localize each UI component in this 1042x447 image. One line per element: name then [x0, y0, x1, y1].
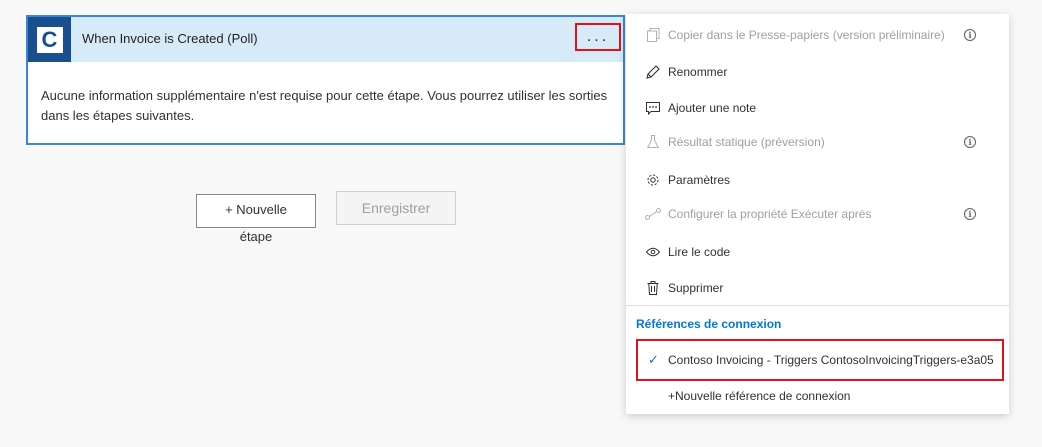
flow-designer-canvas: C When Invoice is Created (Poll) ... Auc…	[0, 0, 1042, 447]
context-menu: Copier dans le Presse-papiers (version p…	[626, 14, 1009, 414]
menu-item-settings[interactable]: Paramètres	[626, 164, 1009, 196]
eye-icon	[644, 243, 662, 261]
gear-icon	[644, 171, 662, 189]
info-icon[interactable]: i	[964, 29, 976, 41]
pencil-icon	[644, 63, 662, 81]
connector-logo-letter: C	[36, 26, 63, 53]
new-step-button-label-line2[interactable]: étape	[196, 229, 316, 244]
menu-item-label: Supprimer	[668, 281, 724, 295]
trigger-card[interactable]: C When Invoice is Created (Poll) ... Auc…	[26, 15, 625, 145]
trash-icon	[644, 279, 662, 297]
connector-logo-icon: C	[28, 17, 71, 62]
flask-icon	[644, 133, 662, 151]
checkmark-icon: ✓	[648, 352, 659, 367]
menu-divider	[626, 305, 1009, 306]
info-icon[interactable]: i	[964, 208, 976, 220]
menu-item-label: Résultat statique (préversion)	[668, 135, 825, 149]
menu-item-run-after: Configurer la propriété Exécuter après i	[626, 198, 1009, 230]
new-step-button[interactable]: + Nouvelle	[196, 194, 316, 228]
more-options-button[interactable]: ...	[575, 23, 621, 51]
trigger-card-body: Aucune information supplémentaire n'est …	[41, 88, 608, 123]
trigger-title[interactable]: When Invoice is Created (Poll)	[82, 31, 258, 46]
comment-icon	[644, 99, 662, 117]
connection-reference-item[interactable]: ✓ Contoso Invoicing - Triggers ContosoIn…	[636, 339, 1004, 381]
menu-item-label: Configurer la propriété Exécuter après	[668, 207, 872, 221]
menu-item-peek-code[interactable]: Lire le code	[626, 236, 1009, 268]
copy-icon	[644, 26, 662, 44]
ellipsis-icon: ...	[586, 28, 610, 45]
save-button: Enregistrer	[336, 191, 456, 225]
menu-item-label: Ajouter une note	[668, 101, 757, 115]
menu-item-static-result: Résultat statique (préversion) i	[626, 126, 1009, 158]
connection-references-header: Références de connexion	[636, 317, 782, 331]
info-icon[interactable]: i	[964, 136, 976, 148]
menu-item-label: Copier dans le Presse-papiers (version p…	[668, 28, 945, 42]
menu-item-label: Lire le code	[668, 245, 731, 259]
menu-item-label: Renommer	[668, 65, 728, 79]
trigger-card-header[interactable]: C When Invoice is Created (Poll) ...	[28, 17, 623, 62]
menu-item-copy-clipboard: Copier dans le Presse-papiers (version p…	[626, 19, 1009, 51]
menu-item-delete[interactable]: Supprimer	[626, 272, 1009, 304]
menu-item-add-note[interactable]: Ajouter une note	[626, 92, 1009, 124]
menu-item-rename[interactable]: Renommer	[626, 56, 1009, 88]
new-connection-reference-link[interactable]: +Nouvelle référence de connexion	[668, 389, 850, 403]
connection-reference-label: Contoso Invoicing - Triggers ContosoInvo…	[668, 353, 994, 367]
menu-item-label: Paramètres	[668, 173, 731, 187]
run-after-icon	[644, 205, 662, 223]
